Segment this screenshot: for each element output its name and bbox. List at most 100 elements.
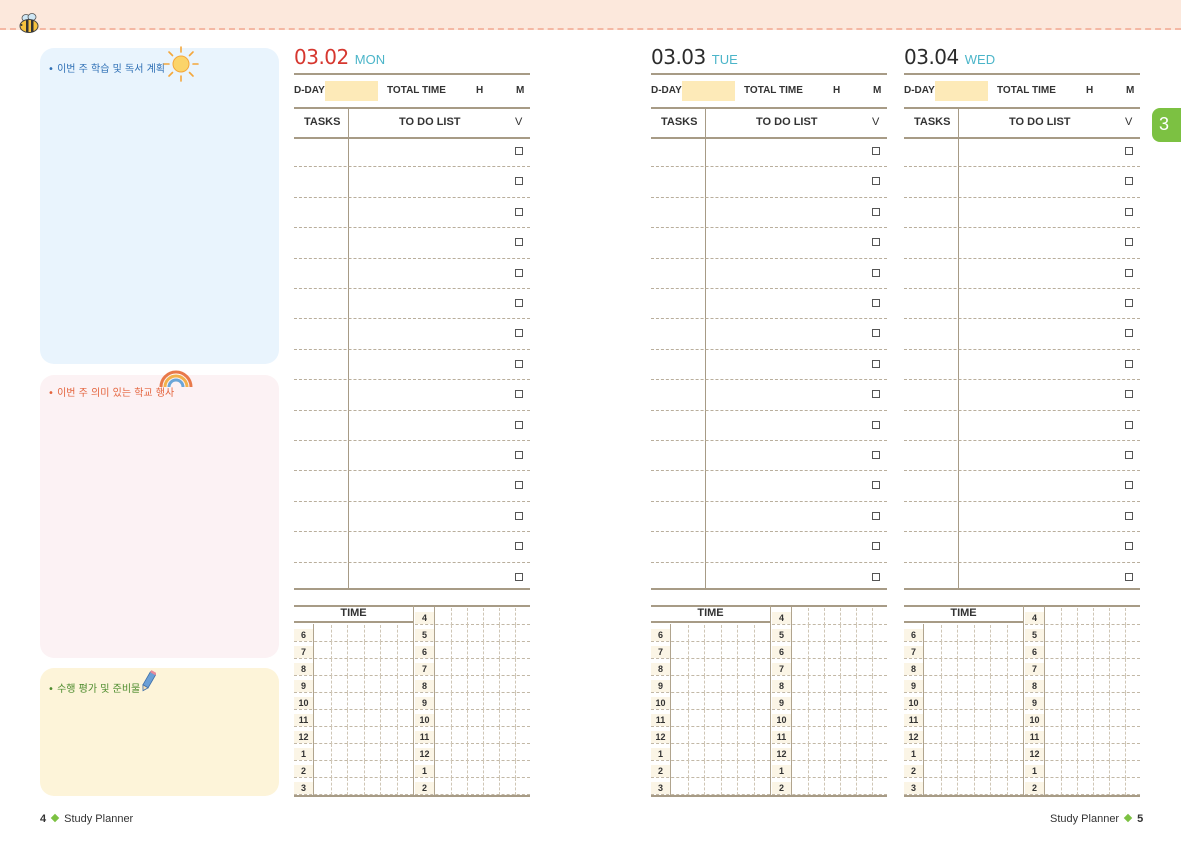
time-slot-row[interactable]: 8 xyxy=(904,658,1023,676)
time-slot-row[interactable]: 3 xyxy=(904,777,1023,795)
task-checkbox[interactable] xyxy=(515,481,523,490)
dday-input[interactable] xyxy=(935,81,988,101)
time-slot-row[interactable]: 9 xyxy=(294,675,413,693)
task-row[interactable] xyxy=(904,380,1140,411)
time-slot-row[interactable]: 11 xyxy=(415,726,530,744)
time-slot-row[interactable]: 8 xyxy=(294,658,413,676)
time-slot-row[interactable]: 1 xyxy=(651,743,770,761)
task-row[interactable] xyxy=(904,441,1140,472)
task-checkbox[interactable] xyxy=(515,299,523,307)
task-checkbox[interactable] xyxy=(515,511,523,520)
time-slot-row[interactable]: 7 xyxy=(1025,658,1140,676)
task-row[interactable] xyxy=(294,532,530,563)
time-slot-row[interactable]: 10 xyxy=(294,692,413,710)
task-checkbox[interactable] xyxy=(1125,420,1133,429)
time-slot-row[interactable]: 8 xyxy=(651,658,770,676)
task-checkbox[interactable] xyxy=(515,238,523,247)
school-events-panel[interactable]: • 이번 주 의미 있는 학교 행사 xyxy=(40,370,279,658)
task-checkbox[interactable] xyxy=(515,268,523,277)
task-row[interactable] xyxy=(651,198,887,229)
time-slot-row[interactable]: 2 xyxy=(651,760,770,778)
time-slot-row[interactable]: 6 xyxy=(294,624,413,642)
task-checkbox[interactable] xyxy=(872,390,880,399)
time-slot-row[interactable]: 12 xyxy=(651,726,770,744)
task-checkbox[interactable] xyxy=(515,420,523,429)
time-slot-row[interactable]: 10 xyxy=(772,709,887,727)
task-checkbox[interactable] xyxy=(515,390,523,399)
task-checkbox[interactable] xyxy=(1125,481,1133,490)
task-checkbox[interactable] xyxy=(1125,572,1133,581)
task-row[interactable] xyxy=(904,471,1140,502)
task-checkbox[interactable] xyxy=(1125,542,1133,551)
task-row[interactable] xyxy=(651,167,887,198)
time-slot-row[interactable]: 9 xyxy=(904,675,1023,693)
task-checkbox[interactable] xyxy=(1125,359,1133,368)
task-row[interactable] xyxy=(294,289,530,320)
task-checkbox[interactable] xyxy=(872,177,880,186)
time-slot-row[interactable]: 1 xyxy=(904,743,1023,761)
time-slot-row[interactable]: 12 xyxy=(1025,743,1140,761)
task-checkbox[interactable] xyxy=(1125,268,1133,277)
time-slot-row[interactable]: 10 xyxy=(415,709,530,727)
time-slot-row[interactable]: 9 xyxy=(651,675,770,693)
task-row[interactable] xyxy=(294,502,530,533)
time-slot-row[interactable]: 12 xyxy=(904,726,1023,744)
weekly-study-plan-panel[interactable]: • 이번 주 학습 및 독서 계획 xyxy=(40,46,279,364)
task-checkbox[interactable] xyxy=(515,451,523,459)
time-slot-row[interactable]: 11 xyxy=(772,726,887,744)
time-slot-row[interactable]: 2 xyxy=(415,777,530,795)
time-slot-row[interactable]: 8 xyxy=(415,675,530,693)
task-checkbox[interactable] xyxy=(872,542,880,551)
task-checkbox[interactable] xyxy=(515,147,523,155)
task-checkbox[interactable] xyxy=(872,451,880,459)
time-slot-row[interactable]: 4 xyxy=(1025,607,1140,625)
task-checkbox[interactable] xyxy=(872,420,880,429)
task-checkbox[interactable] xyxy=(1125,299,1133,307)
dday-input[interactable] xyxy=(682,81,735,101)
time-slot-row[interactable]: 2 xyxy=(904,760,1023,778)
time-slot-row[interactable]: 12 xyxy=(772,743,887,761)
time-slot-row[interactable]: 11 xyxy=(1025,726,1140,744)
task-checkbox[interactable] xyxy=(872,207,880,216)
time-slot-row[interactable]: 9 xyxy=(1025,692,1140,710)
time-slot-row[interactable]: 11 xyxy=(651,709,770,727)
time-slot-row[interactable]: 9 xyxy=(772,692,887,710)
task-checkbox[interactable] xyxy=(1125,177,1133,186)
time-slot-row[interactable]: 7 xyxy=(651,641,770,659)
task-checkbox[interactable] xyxy=(872,572,880,581)
time-slot-row[interactable]: 7 xyxy=(772,658,887,676)
task-checkbox[interactable] xyxy=(515,177,523,186)
task-row[interactable] xyxy=(651,259,887,289)
task-checkbox[interactable] xyxy=(515,329,523,338)
task-row[interactable] xyxy=(651,380,887,411)
time-slot-row[interactable]: 9 xyxy=(415,692,530,710)
time-slot-row[interactable]: 6 xyxy=(651,624,770,642)
time-slot-row[interactable]: 5 xyxy=(415,624,530,642)
time-slot-row[interactable]: 6 xyxy=(1025,641,1140,659)
task-checkbox[interactable] xyxy=(872,511,880,520)
task-checkbox[interactable] xyxy=(1125,451,1133,459)
task-checkbox[interactable] xyxy=(1125,147,1133,155)
task-row[interactable] xyxy=(294,441,530,472)
time-slot-row[interactable]: 2 xyxy=(772,777,887,795)
time-slot-row[interactable]: 6 xyxy=(772,641,887,659)
task-row[interactable] xyxy=(294,228,530,259)
task-checkbox[interactable] xyxy=(1125,511,1133,520)
task-checkbox[interactable] xyxy=(872,268,880,277)
task-row[interactable] xyxy=(904,167,1140,198)
task-checkbox[interactable] xyxy=(872,329,880,338)
time-slot-row[interactable]: 1 xyxy=(1025,760,1140,778)
task-row[interactable] xyxy=(651,319,887,350)
task-row[interactable] xyxy=(904,319,1140,350)
task-row[interactable] xyxy=(294,137,530,168)
task-row[interactable] xyxy=(904,502,1140,533)
task-checkbox[interactable] xyxy=(1125,238,1133,247)
time-slot-row[interactable]: 7 xyxy=(904,641,1023,659)
task-row[interactable] xyxy=(904,137,1140,168)
time-slot-row[interactable]: 1 xyxy=(772,760,887,778)
task-row[interactable] xyxy=(904,198,1140,229)
task-row[interactable] xyxy=(294,380,530,411)
task-row[interactable] xyxy=(904,350,1140,381)
task-checkbox[interactable] xyxy=(515,359,523,368)
task-checkbox[interactable] xyxy=(872,359,880,368)
